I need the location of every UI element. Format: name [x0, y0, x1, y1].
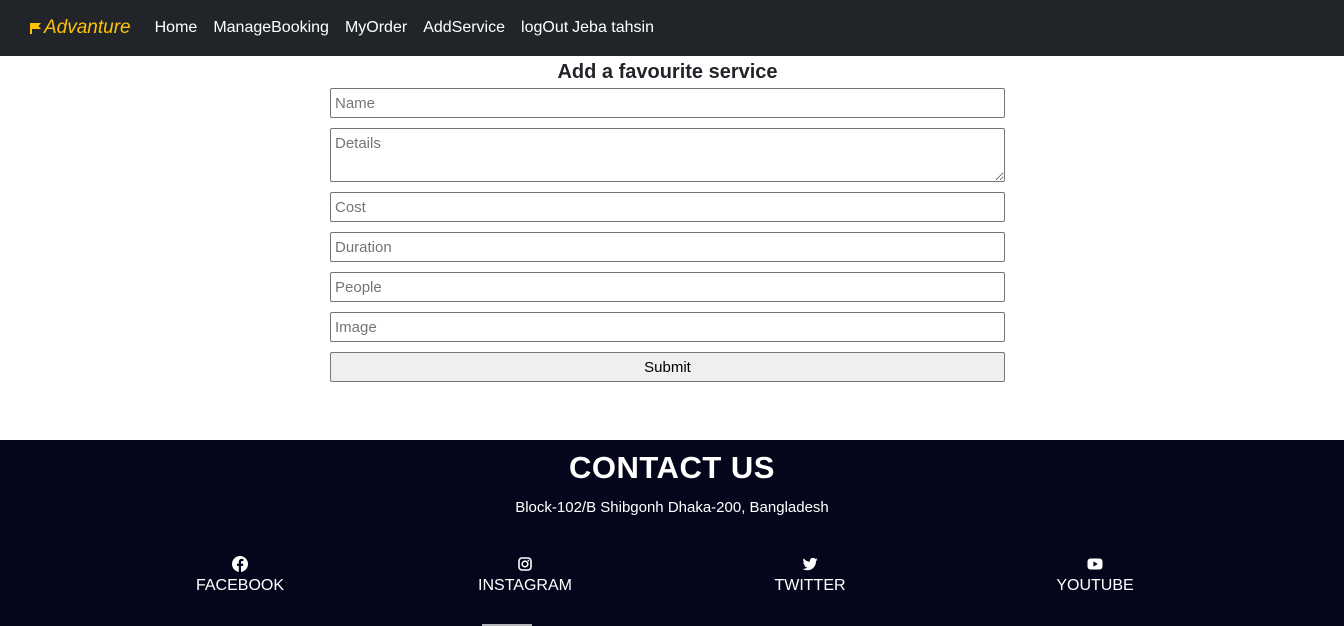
brand-link[interactable]: Advanture: [30, 17, 131, 39]
people-input[interactable]: [330, 272, 1005, 302]
facebook-link[interactable]: FACEBOOK: [140, 556, 340, 595]
submit-button[interactable]: Submit: [330, 352, 1005, 382]
instagram-icon: [518, 557, 532, 571]
cost-input[interactable]: [330, 192, 1005, 222]
twitter-label: TWITTER: [774, 577, 846, 594]
image-input[interactable]: [330, 312, 1005, 342]
nav-home-link[interactable]: Home: [155, 19, 198, 37]
nav-add-service-link[interactable]: AddService: [423, 19, 505, 37]
nav-manage-booking-link[interactable]: ManageBooking: [213, 19, 329, 37]
contact-title: CONTACT US: [569, 450, 775, 485]
youtube-icon: [1087, 558, 1103, 570]
facebook-label: FACEBOOK: [195, 577, 285, 594]
instagram-label: INSTAGRAM: [478, 577, 572, 594]
youtube-link[interactable]: YOUTUBE: [995, 556, 1195, 595]
address-text: Block-102/B Shibgonh Dhaka-200, Banglade…: [515, 499, 829, 516]
add-service-form: Add a favourite service Submit: [330, 56, 1005, 382]
brand-name: Advanture: [44, 17, 131, 38]
twitter-link[interactable]: TWITTER: [710, 556, 910, 595]
nav-logout-link[interactable]: logOut: [521, 19, 568, 37]
flag-icon: [30, 23, 41, 34]
user-name: Jeba tahsin: [572, 19, 654, 36]
details-textarea[interactable]: [330, 128, 1005, 182]
footer: CONTACT US Block-102/B Shibgonh Dhaka-20…: [0, 440, 1344, 626]
duration-input[interactable]: [330, 232, 1005, 262]
navbar: Advanture Home ManageBooking MyOrder Add…: [0, 0, 1344, 56]
facebook-icon: [232, 556, 248, 572]
nav-my-order-link[interactable]: MyOrder: [345, 19, 407, 37]
youtube-label: YOUTUBE: [1056, 577, 1134, 594]
twitter-icon: [802, 557, 818, 571]
instagram-link[interactable]: INSTAGRAM: [425, 556, 625, 595]
form-title: Add a favourite service: [557, 61, 778, 83]
name-input[interactable]: [330, 88, 1005, 118]
